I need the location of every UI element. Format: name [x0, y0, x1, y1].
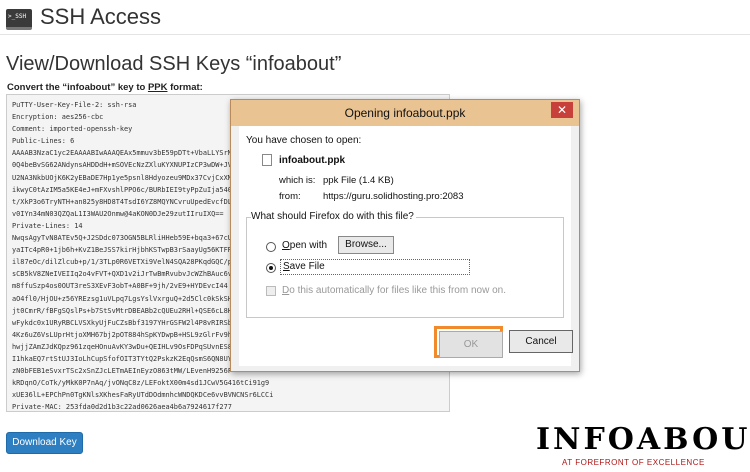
key-line: xUE36lL+EPChPn0TgKNlsXKhesFaRyUTdDOdmnhc… [12, 391, 274, 400]
app-title: SSH Access [40, 4, 162, 29]
open-with-mnemonic: O [282, 240, 290, 251]
save-file-radio[interactable] [266, 263, 276, 273]
download-key-button[interactable]: Download Key [6, 432, 83, 454]
which-is-value: ppk File (1.4 KB) [323, 175, 394, 186]
save-file-label[interactable]: Save File [280, 259, 470, 275]
file-source-row: from: https://guru.solidhosting.pro:2083 [279, 191, 463, 202]
convert-prefix: Convert the “infoabout” key to [7, 82, 148, 93]
open-with-label[interactable]: Open with [282, 240, 327, 251]
logo-wordmark: INFOABOUT [536, 422, 750, 457]
header-divider [0, 34, 750, 35]
convert-suffix: format: [167, 82, 203, 93]
which-is-label: which is: [279, 175, 316, 186]
close-icon[interactable]: ✕ [551, 102, 573, 118]
open-with-text: pen with [289, 240, 328, 251]
dialog-titlebar[interactable]: Opening infoabout.ppk ✕ [231, 100, 579, 126]
terminal-icon: >_SSH [6, 9, 32, 30]
key-line: Private-MAC: 253fda0d2d1b3c22ad0626aea4b… [12, 403, 232, 412]
convert-instructions: Convert the “infoabout” key to PPK forma… [7, 82, 203, 93]
auto-action-checkbox[interactable] [266, 286, 276, 296]
from-label: from: [279, 191, 301, 202]
browse-button[interactable]: Browse... [338, 236, 394, 254]
file-icon [262, 154, 272, 166]
save-file-text: ave File [289, 261, 325, 272]
cancel-button[interactable]: Cancel [509, 330, 573, 353]
file-type-row: which is: ppk File (1.4 KB) [279, 175, 394, 186]
key-line: kRDqnO/CoTk/yMkK0P7nAq/jvONqC8z/LEFoktX0… [12, 379, 270, 388]
page-header: >_SSH SSH Access [0, 0, 750, 34]
infoabout-logo: INFOABOUT AT FOREFRONT OF EXCELLENCE [536, 422, 750, 472]
ppk-format-link[interactable]: PPK [148, 82, 168, 93]
auto-action-label: Do this automatically for files like thi… [282, 285, 506, 296]
dialog-title: Opening infoabout.ppk [344, 106, 466, 120]
logo-tagline: AT FOREFRONT OF EXCELLENCE [562, 458, 705, 467]
from-value: https://guru.solidhosting.pro:2083 [323, 191, 464, 202]
auto-action-text: o this automatically for files like this… [289, 285, 506, 296]
ok-button[interactable]: OK [439, 331, 503, 358]
action-question: What should Firefox do with this file? [251, 211, 416, 222]
page-title: View/Download SSH Keys “infoabout” [6, 53, 342, 75]
save-file-mnemonic: S [283, 261, 290, 272]
file-name: infoabout.ppk [279, 155, 346, 166]
chosen-label: You have chosen to open: [246, 135, 362, 146]
open-with-radio[interactable] [266, 242, 276, 252]
